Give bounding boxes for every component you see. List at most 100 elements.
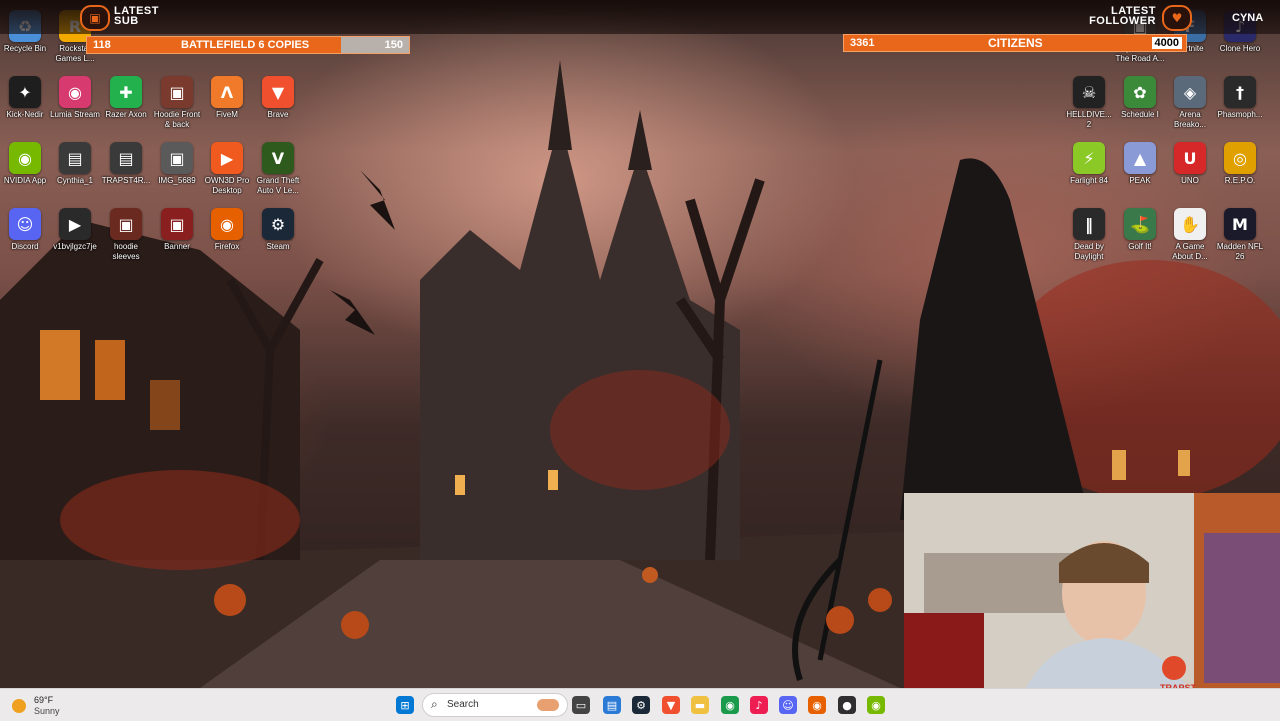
goal-current: 3361 [850,37,875,49]
desktop-icon[interactable]: ◉ NVIDIA App [0,142,50,186]
desktop-icon[interactable]: ⚙ Steam [253,208,303,252]
desktop-icon[interactable]: ▣ Hoodie Front & back [152,76,202,130]
discord-icon: ☺ [9,208,41,240]
steam-icon: ⚙ [262,208,294,240]
desktop-icon[interactable]: ▣ Banner [152,208,202,252]
lumia-icon: ◉ [59,76,91,108]
nvidia-taskbar-icon[interactable]: ◉ [867,696,885,714]
desktop-icon[interactable]: ✚ Razer Axon [101,76,151,120]
razer-axon-icon: ✚ [110,76,142,108]
video-file-icon: ▤ [59,142,91,174]
image-file-icon: ▣ [161,208,193,240]
fivem-icon: Λ [211,76,243,108]
desktop-icon[interactable]: ◈ Arena Breako... [1165,76,1215,130]
chrome-icon[interactable]: ◉ [721,696,739,714]
game-icon: ✋ [1174,208,1206,240]
gta-icon: V [262,142,294,174]
goal-label: BATTLEFIELD 6 COPIES [181,39,310,51]
desktop-icon[interactable]: ⛳ Golf It! [1115,208,1165,252]
desktop-icon[interactable]: U UNO [1165,142,1215,186]
goal-label: CITIZENS [988,36,1043,50]
brave-icon: ▼ [262,76,294,108]
webcam-feed: TRAPST [904,493,1280,720]
obs-icon[interactable]: ● [838,696,856,714]
desktop-icon[interactable]: ⚡ Farlight 84 [1064,142,1114,186]
desktop-icon-label: UNO [1181,176,1199,185]
heart-icon: ♥ [1162,5,1192,31]
task-view-icon[interactable]: ▭ [572,696,590,714]
goal-target: 4000 [1151,37,1182,49]
desktop-icon-label: Discord [11,242,39,251]
webcam-scene [904,493,1280,720]
desktop-icon[interactable]: ✋ A Game About D... [1165,208,1215,262]
desktop-icon[interactable]: V Grand Theft Auto V Le... [253,142,303,196]
nvidia-icon: ◉ [9,142,41,174]
goal-current: 118 [93,39,111,51]
helldivers-icon: ☠ [1073,76,1105,108]
desktop-icon[interactable]: ◉ Lumia Stream [50,76,100,120]
repo-icon: ◎ [1224,142,1256,174]
desktop-icon[interactable]: ☺ Discord [0,208,50,252]
image-file-icon: ▣ [161,142,193,174]
desktop-icon[interactable]: M Madden NFL 26 [1215,208,1265,262]
video-file-icon: ▶ [59,208,91,240]
desktop-icon-label: R.E.P.O. [1224,176,1256,185]
desktop-icon[interactable]: ▶ v1bvjlgzc7je [50,208,100,252]
goal-bar-battlefield: 118 BATTLEFIELD 6 COPIES 150 [86,36,410,54]
desktop-icon-label: Madden NFL 26 [1216,242,1264,261]
desktop-icon-label: Razer Axon [105,110,147,119]
desktop-icon[interactable]: ◉ Firefox [202,208,252,252]
dbd-icon: ‖ [1073,208,1105,240]
windows-start-icon[interactable]: ⊞ [396,696,414,714]
madden-icon: M [1224,208,1256,240]
desktop-icon-label: Arena Breako... [1173,110,1206,129]
desktop-icon[interactable]: ‖ Dead by Daylight [1064,208,1114,262]
discord-taskbar-icon[interactable]: ☺ [779,696,797,714]
desktop-icon-label: Clone Hero [1219,44,1261,53]
desktop-icon-label: FiveM [216,110,238,119]
taskbar-search-box[interactable]: ⌕ Search [422,693,568,717]
latest-sub-line2: SUB [114,15,139,27]
desktop-icon[interactable]: ▲ PEAK [1115,142,1165,186]
tiktok-icon[interactable]: ♪ [750,696,768,714]
latest-follower-title: LATEST FOLLOWER [1076,6,1156,27]
desktop-icon[interactable]: ▣ hoodie sleeves [101,208,151,262]
desktop-icon-label: Lumia Stream [50,110,100,119]
desktop-icon[interactable]: ▣ IMG_5689 [152,142,202,186]
schedule-icon: ✿ [1124,76,1156,108]
desktop-icon-label: A Game About D... [1172,242,1208,261]
desktop-icon[interactable]: ▤ Cynthia_1 [50,142,100,186]
desktop-icon[interactable]: ▼ Brave [253,76,303,120]
weather-temp: 69°F [34,695,54,705]
desktop-icon-label: Phasmoph... [1217,110,1263,119]
desktop-icon[interactable]: ☠ HELLDIVE... 2 [1064,76,1114,130]
desktop-icon-label: Steam [266,242,290,251]
desktop-icon-label: Golf It! [1128,242,1152,251]
desktop-icon-label: Kick-Nedir [6,110,44,119]
desktop-icon-label: Firefox [214,242,240,251]
phasmophobia-icon: † [1224,76,1256,108]
goal-bar-citizens: 3361 CITIZENS 4000 [843,34,1187,52]
image-file-icon: ▣ [161,76,193,108]
desktop-icon-label: OWN3D Pro Desktop [204,176,250,195]
file-explorer-icon[interactable]: ▬ [691,696,709,714]
video-file-icon: ▤ [110,142,142,174]
desktop-icon[interactable]: ▶ OWN3D Pro Desktop [202,142,252,196]
firefox-taskbar-icon[interactable]: ◉ [808,696,826,714]
desktop-icon-label: Cynthia_1 [56,176,94,185]
desktop-icon[interactable]: Λ FiveM [202,76,252,120]
desktop-icon[interactable]: ◎ R.E.P.O. [1215,142,1265,186]
desktop-icon-label: Farlight 84 [1070,176,1108,185]
desktop-icon[interactable]: ✿ Schedule I [1115,76,1165,120]
desktop-icon-label: NVIDIA App [3,176,47,185]
notepad-icon[interactable]: ▤ [603,696,621,714]
image-file-icon: ▣ [110,208,142,240]
desktop-icon-label: Hoodie Front & back [153,110,201,129]
desktop-icon[interactable]: ✦ Kick-Nedir [0,76,50,120]
steam-taskbar-icon[interactable]: ⚙ [632,696,650,714]
firefox-icon: ◉ [211,208,243,240]
desktop-icon[interactable]: † Phasmoph... [1215,76,1265,120]
desktop-icon[interactable]: ▤ TRAPST4R... [101,142,151,186]
brave-taskbar-icon[interactable]: ▼ [662,696,680,714]
weather-sun-icon [12,699,26,713]
